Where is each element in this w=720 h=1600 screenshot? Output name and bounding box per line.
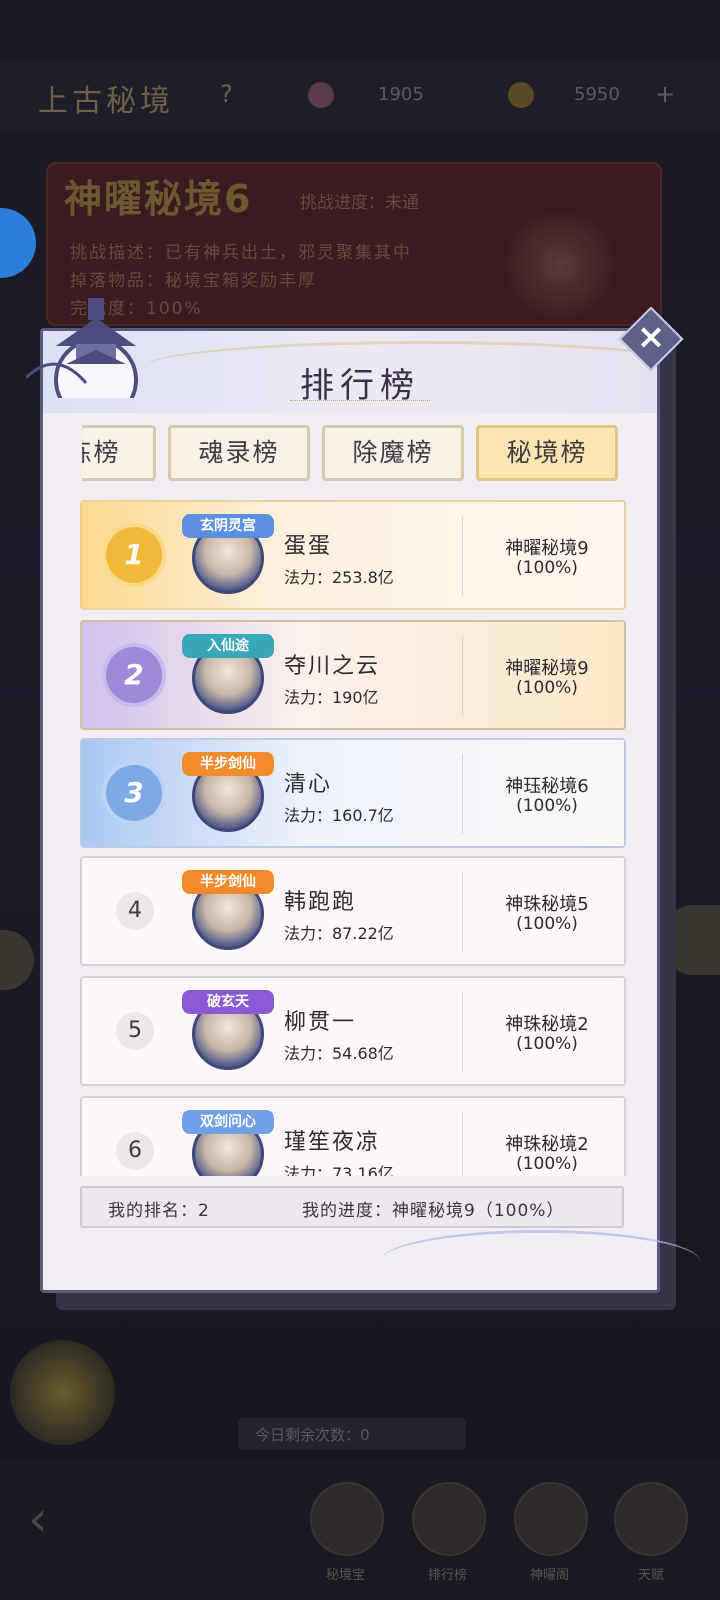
player-name: 柳贯一	[284, 1010, 357, 1035]
tab-strip[interactable]: 历练榜 魂录榜 除魔榜 秘境榜	[82, 425, 624, 485]
banner-line: 挑战描述：已有神兵出土，邪灵聚集其中	[70, 243, 412, 263]
player-power: 法力：87.22亿	[284, 924, 394, 943]
my-rank: 我的排名：2	[108, 1201, 210, 1221]
my-ranking-bar: 我的排名：2 我的进度：神曜秘境9（100%）	[80, 1186, 624, 1228]
title-underline	[290, 400, 430, 407]
realm-name: 神珠秘境2	[505, 1134, 589, 1155]
tab-soul-record[interactable]: 魂录榜	[168, 425, 310, 481]
treasure-icon[interactable]	[10, 1340, 115, 1445]
ranking-row[interactable]: 5 破玄天 柳贯一 法力：54.68亿 神珠秘境2 (100%)	[80, 976, 626, 1086]
close-icon[interactable]: ×	[628, 314, 674, 360]
talent-icon[interactable]	[614, 1482, 688, 1556]
bottom-label: 排行榜	[428, 1568, 468, 1583]
realm-progress: (100%)	[516, 796, 578, 816]
rank-number: 4	[116, 892, 154, 930]
back-arrow-icon[interactable]: ‹	[28, 1490, 98, 1550]
banner-subtitle: 挑战进度：未通	[300, 193, 419, 213]
player-name: 夺川之云	[284, 654, 381, 679]
divider	[462, 872, 463, 952]
divider	[462, 516, 463, 596]
ranking-row[interactable]: 6 双剑问心 瑾笙夜凉 法力：73.16亿 神珠秘境2 (100%)	[80, 1096, 626, 1176]
divider	[462, 754, 463, 834]
boss-art	[500, 210, 620, 320]
realm-progress: (100%)	[516, 914, 578, 934]
realm-progress: (100%)	[516, 558, 578, 578]
player-name: 瑾笙夜凉	[284, 1130, 381, 1155]
player-power: 法力：160.7亿	[284, 806, 394, 825]
divider	[462, 1112, 463, 1176]
rank-medal-gold: 1	[106, 527, 162, 583]
ranking-row[interactable]: 1 玄阴灵宫 蛋蛋 法力：253.8亿 神曜秘境9 (100%)	[80, 500, 626, 610]
banner-title: 神曜秘境6	[64, 177, 253, 221]
title-badge: 半步剑仙	[182, 752, 274, 776]
ranking-icon[interactable]	[412, 1482, 486, 1556]
resource-icon	[308, 82, 334, 108]
tab-demon-slaying[interactable]: 除魔榜	[322, 425, 464, 481]
realm-name: 神珠秘境2	[505, 1014, 589, 1035]
realm-progress: (100%)	[516, 1034, 578, 1054]
player-power: 法力：253.8亿	[284, 568, 394, 587]
ranking-row[interactable]: 4 半步剑仙 韩跑跑 法力：87.22亿 神珠秘境5 (100%)	[80, 856, 626, 966]
realm-treasure-icon[interactable]	[310, 1482, 384, 1556]
divider	[462, 636, 463, 716]
realm-name: 神曜秘境9	[505, 658, 589, 679]
player-name: 清心	[284, 772, 333, 797]
title-badge: 入仙途	[182, 634, 274, 658]
realm-name: 神曜秘境9	[505, 538, 589, 559]
add-energy-button[interactable]: +	[655, 80, 675, 108]
player-name: 韩跑跑	[284, 890, 357, 915]
realm-name: 神珠秘境5	[505, 894, 589, 915]
energy-icon	[508, 82, 534, 108]
rank-number: 6	[116, 1132, 154, 1170]
bottom-label: 神曜阁	[530, 1568, 570, 1583]
remaining-text: 今日剩余次数：0	[255, 1426, 370, 1444]
bottom-label: 天赋	[638, 1568, 665, 1583]
title-badge: 双剑问心	[182, 1110, 274, 1134]
realm-progress: (100%)	[516, 678, 578, 698]
help-icon[interactable]: ?	[220, 80, 233, 108]
footer-ornament	[380, 1230, 700, 1293]
my-progress: 我的进度：神曜秘境9（100%）	[302, 1201, 565, 1221]
page-title: 上古秘境	[38, 84, 174, 119]
rank-number: 5	[116, 1012, 154, 1050]
bottom-label: 秘境宝	[326, 1568, 366, 1583]
pavilion-icon[interactable]	[514, 1482, 588, 1556]
title-badge: 玄阴灵宫	[182, 514, 274, 538]
ranking-row[interactable]: 3 半步剑仙 清心 法力：160.7亿 神珏秘境6 (100%)	[80, 738, 626, 848]
player-power: 法力：190亿	[284, 688, 379, 707]
ranking-row[interactable]: 2 入仙途 夺川之云 法力：190亿 神曜秘境9 (100%)	[80, 620, 626, 730]
divider	[462, 992, 463, 1072]
realm-progress: (100%)	[516, 1154, 578, 1174]
resource-value: 1905	[378, 84, 424, 105]
ranking-list[interactable]: 1 玄阴灵宫 蛋蛋 法力：253.8亿 神曜秘境9 (100%) 2 入仙途 夺…	[80, 498, 626, 1176]
player-power: 法力：73.16亿	[284, 1164, 394, 1176]
rank-medal-bronze: 3	[106, 765, 162, 821]
title-badge: 破玄天	[182, 990, 274, 1014]
realm-name: 神珏秘境6	[505, 776, 589, 797]
tab-secret-realm[interactable]: 秘境榜	[476, 425, 618, 481]
title-badge: 半步剑仙	[182, 870, 274, 894]
energy-value: 5950	[574, 84, 620, 105]
tab-trial[interactable]: 历练榜	[82, 425, 156, 481]
player-power: 法力：54.68亿	[284, 1044, 394, 1063]
player-name: 蛋蛋	[284, 534, 333, 559]
rank-medal-silver: 2	[106, 647, 162, 703]
